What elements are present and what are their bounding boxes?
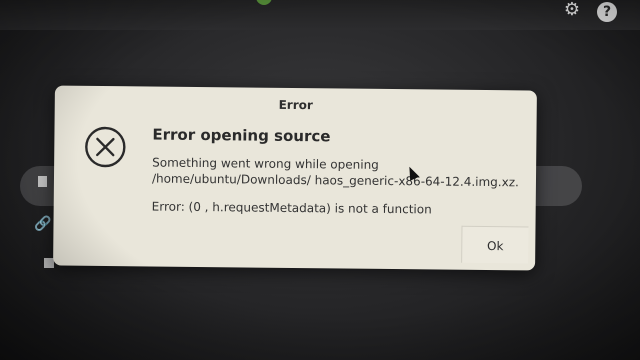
top-bar: ⚙ ? [0, 0, 640, 30]
gear-icon[interactable]: ⚙ [562, 0, 582, 20]
link-icon: 🔗 [34, 216, 52, 232]
dialog-title: Error [278, 97, 313, 113]
error-circle-x-icon [85, 126, 126, 168]
help-icon[interactable]: ? [597, 2, 617, 22]
error-heading: Error opening source [152, 125, 331, 146]
error-detail: Error: (0 , h.requestMetadata) is not a … [151, 199, 432, 217]
error-dialog: Error Error opening source Something wen… [53, 85, 537, 271]
file-icon [38, 176, 47, 187]
app-logo [256, 0, 272, 5]
ok-button[interactable]: Ok [461, 225, 529, 264]
error-message: Something went wrong while opening /home… [151, 155, 519, 190]
